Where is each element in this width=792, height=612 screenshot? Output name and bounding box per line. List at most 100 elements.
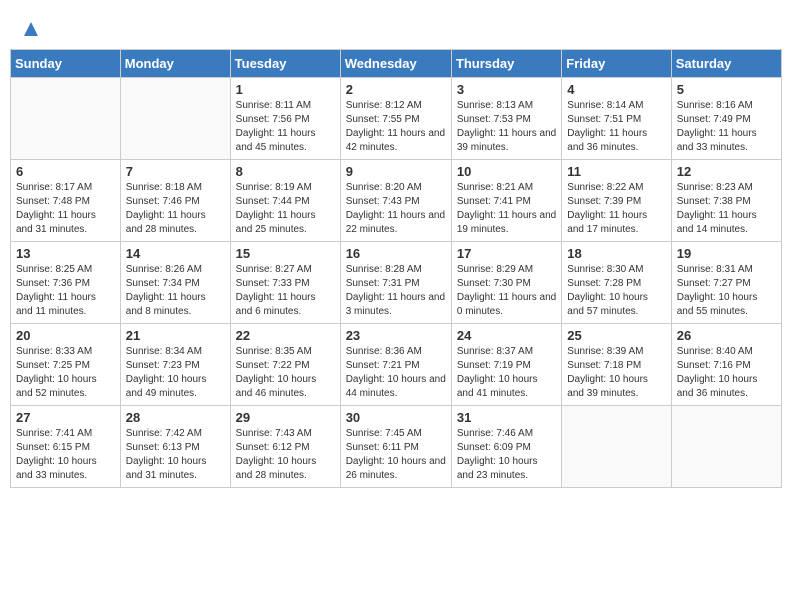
day-number: 5 [677, 82, 776, 97]
day-number: 14 [126, 246, 225, 261]
day-cell: 23 Sunrise: 8:36 AM Sunset: 7:21 PM Dayli… [340, 324, 451, 406]
day-cell: 15 Sunrise: 8:27 AM Sunset: 7:33 PM Dayli… [230, 242, 340, 324]
week-row-2: 6 Sunrise: 8:17 AM Sunset: 7:48 PM Daylig… [11, 160, 782, 242]
week-row-5: 27 Sunrise: 7:41 AM Sunset: 6:15 PM Dayli… [11, 406, 782, 488]
day-cell [120, 78, 230, 160]
day-cell: 24 Sunrise: 8:37 AM Sunset: 7:19 PM Dayli… [451, 324, 561, 406]
day-cell: 7 Sunrise: 8:18 AM Sunset: 7:46 PM Daylig… [120, 160, 230, 242]
logo-icon [22, 20, 40, 38]
day-info: Sunrise: 8:33 AM Sunset: 7:25 PM Dayligh… [16, 345, 115, 401]
day-cell: 17Sunrise: 8:29 AM Sunset: 7:30 PM Dayli… [451, 242, 561, 324]
day-number: 3 [457, 82, 556, 97]
day-info: Sunrise: 8:16 AM Sunset: 7:49 PM Dayligh… [677, 99, 776, 155]
day-info: Sunrise: 8:14 AM Sunset: 7:51 PM Dayligh… [567, 99, 665, 155]
day-info: Sunrise: 8:12 AM Sunset: 7:55 PM Dayligh… [346, 99, 446, 155]
day-cell: 9Sunrise: 8:20 AM Sunset: 7:43 PM Daylig… [340, 160, 451, 242]
day-info: Sunrise: 8:22 AM Sunset: 7:39 PM Dayligh… [567, 181, 665, 237]
weekday-header-thursday: Thursday [451, 50, 561, 78]
day-cell: 31 Sunrise: 7:46 AM Sunset: 6:09 PM Dayli… [451, 406, 561, 488]
day-cell: 1 Sunrise: 8:11 AM Sunset: 7:56 PM Daylig… [230, 78, 340, 160]
day-info: Sunrise: 8:17 AM Sunset: 7:48 PM Dayligh… [16, 181, 115, 237]
week-row-4: 20 Sunrise: 8:33 AM Sunset: 7:25 PM Dayli… [11, 324, 782, 406]
day-info: Sunrise: 8:31 AM Sunset: 7:27 PM Dayligh… [677, 263, 776, 319]
day-number: 28 [126, 410, 225, 425]
day-number: 10 [457, 164, 556, 179]
day-number: 24 [457, 328, 556, 343]
day-number: 29 [236, 410, 335, 425]
weekday-header-friday: Friday [562, 50, 671, 78]
day-number: 20 [16, 328, 115, 343]
day-cell: 6 Sunrise: 8:17 AM Sunset: 7:48 PM Daylig… [11, 160, 121, 242]
day-number: 31 [457, 410, 556, 425]
weekday-header-sunday: Sunday [11, 50, 121, 78]
day-cell: 14 Sunrise: 8:26 AM Sunset: 7:34 PM Dayli… [120, 242, 230, 324]
weekday-header-saturday: Saturday [671, 50, 781, 78]
day-cell: 13 Sunrise: 8:25 AM Sunset: 7:36 PM Dayli… [11, 242, 121, 324]
day-cell: 25Sunrise: 8:39 AM Sunset: 7:18 PM Dayli… [562, 324, 671, 406]
day-number: 13 [16, 246, 115, 261]
day-cell: 29Sunrise: 7:43 AM Sunset: 6:12 PM Dayli… [230, 406, 340, 488]
day-cell: 5 Sunrise: 8:16 AM Sunset: 7:49 PM Daylig… [671, 78, 781, 160]
day-number: 1 [236, 82, 335, 97]
day-info: Sunrise: 8:30 AM Sunset: 7:28 PM Dayligh… [567, 263, 665, 319]
day-number: 25 [567, 328, 665, 343]
day-info: Sunrise: 7:45 AM Sunset: 6:11 PM Dayligh… [346, 427, 446, 483]
day-number: 27 [16, 410, 115, 425]
day-info: Sunrise: 8:36 AM Sunset: 7:21 PM Dayligh… [346, 345, 446, 401]
day-cell: 16 Sunrise: 8:28 AM Sunset: 7:31 PM Dayli… [340, 242, 451, 324]
day-cell: 18 Sunrise: 8:30 AM Sunset: 7:28 PM Dayli… [562, 242, 671, 324]
day-cell: 20 Sunrise: 8:33 AM Sunset: 7:25 PM Dayli… [11, 324, 121, 406]
day-info: Sunrise: 7:41 AM Sunset: 6:15 PM Dayligh… [16, 427, 115, 483]
day-info: Sunrise: 8:29 AM Sunset: 7:30 PM Dayligh… [457, 263, 556, 319]
day-info: Sunrise: 8:13 AM Sunset: 7:53 PM Dayligh… [457, 99, 556, 155]
day-number: 19 [677, 246, 776, 261]
day-info: Sunrise: 8:26 AM Sunset: 7:34 PM Dayligh… [126, 263, 225, 319]
day-info: Sunrise: 8:37 AM Sunset: 7:19 PM Dayligh… [457, 345, 556, 401]
calendar-table: SundayMondayTuesdayWednesdayThursdayFrid… [10, 49, 782, 488]
day-number: 8 [236, 164, 335, 179]
day-info: Sunrise: 8:21 AM Sunset: 7:41 PM Dayligh… [457, 181, 556, 237]
day-cell [562, 406, 671, 488]
day-cell: 27 Sunrise: 7:41 AM Sunset: 6:15 PM Dayli… [11, 406, 121, 488]
day-cell [11, 78, 121, 160]
day-number: 26 [677, 328, 776, 343]
day-cell: 28 Sunrise: 7:42 AM Sunset: 6:13 PM Dayli… [120, 406, 230, 488]
day-number: 11 [567, 164, 665, 179]
week-row-3: 13 Sunrise: 8:25 AM Sunset: 7:36 PM Dayli… [11, 242, 782, 324]
day-number: 7 [126, 164, 225, 179]
day-cell: 19 Sunrise: 8:31 AM Sunset: 7:27 PM Dayli… [671, 242, 781, 324]
day-number: 2 [346, 82, 446, 97]
logo [20, 20, 40, 36]
day-info: Sunrise: 8:23 AM Sunset: 7:38 PM Dayligh… [677, 181, 776, 237]
day-cell: 3 Sunrise: 8:13 AM Sunset: 7:53 PM Daylig… [451, 78, 561, 160]
day-number: 16 [346, 246, 446, 261]
day-info: Sunrise: 7:42 AM Sunset: 6:13 PM Dayligh… [126, 427, 225, 483]
day-number: 22 [236, 328, 335, 343]
day-number: 6 [16, 164, 115, 179]
day-number: 12 [677, 164, 776, 179]
weekday-header-wednesday: Wednesday [340, 50, 451, 78]
day-cell: 11 Sunrise: 8:22 AM Sunset: 7:39 PM Dayli… [562, 160, 671, 242]
weekday-header-row: SundayMondayTuesdayWednesdayThursdayFrid… [11, 50, 782, 78]
day-cell: 10 Sunrise: 8:21 AM Sunset: 7:41 PM Dayli… [451, 160, 561, 242]
day-number: 15 [236, 246, 335, 261]
day-info: Sunrise: 8:35 AM Sunset: 7:22 PM Dayligh… [236, 345, 335, 401]
page-header [10, 10, 782, 41]
day-info: Sunrise: 8:20 AM Sunset: 7:43 PM Dayligh… [346, 181, 446, 237]
day-info: Sunrise: 8:34 AM Sunset: 7:23 PM Dayligh… [126, 345, 225, 401]
day-number: 23 [346, 328, 446, 343]
day-number: 30 [346, 410, 446, 425]
day-info: Sunrise: 8:19 AM Sunset: 7:44 PM Dayligh… [236, 181, 335, 237]
day-info: Sunrise: 8:11 AM Sunset: 7:56 PM Dayligh… [236, 99, 335, 155]
day-cell: 26Sunrise: 8:40 AM Sunset: 7:16 PM Dayli… [671, 324, 781, 406]
day-info: Sunrise: 7:46 AM Sunset: 6:09 PM Dayligh… [457, 427, 556, 483]
day-cell: 22 Sunrise: 8:35 AM Sunset: 7:22 PM Dayli… [230, 324, 340, 406]
day-number: 21 [126, 328, 225, 343]
day-cell: 21 Sunrise: 8:34 AM Sunset: 7:23 PM Dayli… [120, 324, 230, 406]
day-number: 18 [567, 246, 665, 261]
day-info: Sunrise: 8:28 AM Sunset: 7:31 PM Dayligh… [346, 263, 446, 319]
day-info: Sunrise: 8:27 AM Sunset: 7:33 PM Dayligh… [236, 263, 335, 319]
day-info: Sunrise: 8:18 AM Sunset: 7:46 PM Dayligh… [126, 181, 225, 237]
day-cell: 8 Sunrise: 8:19 AM Sunset: 7:44 PM Daylig… [230, 160, 340, 242]
day-info: Sunrise: 8:25 AM Sunset: 7:36 PM Dayligh… [16, 263, 115, 319]
